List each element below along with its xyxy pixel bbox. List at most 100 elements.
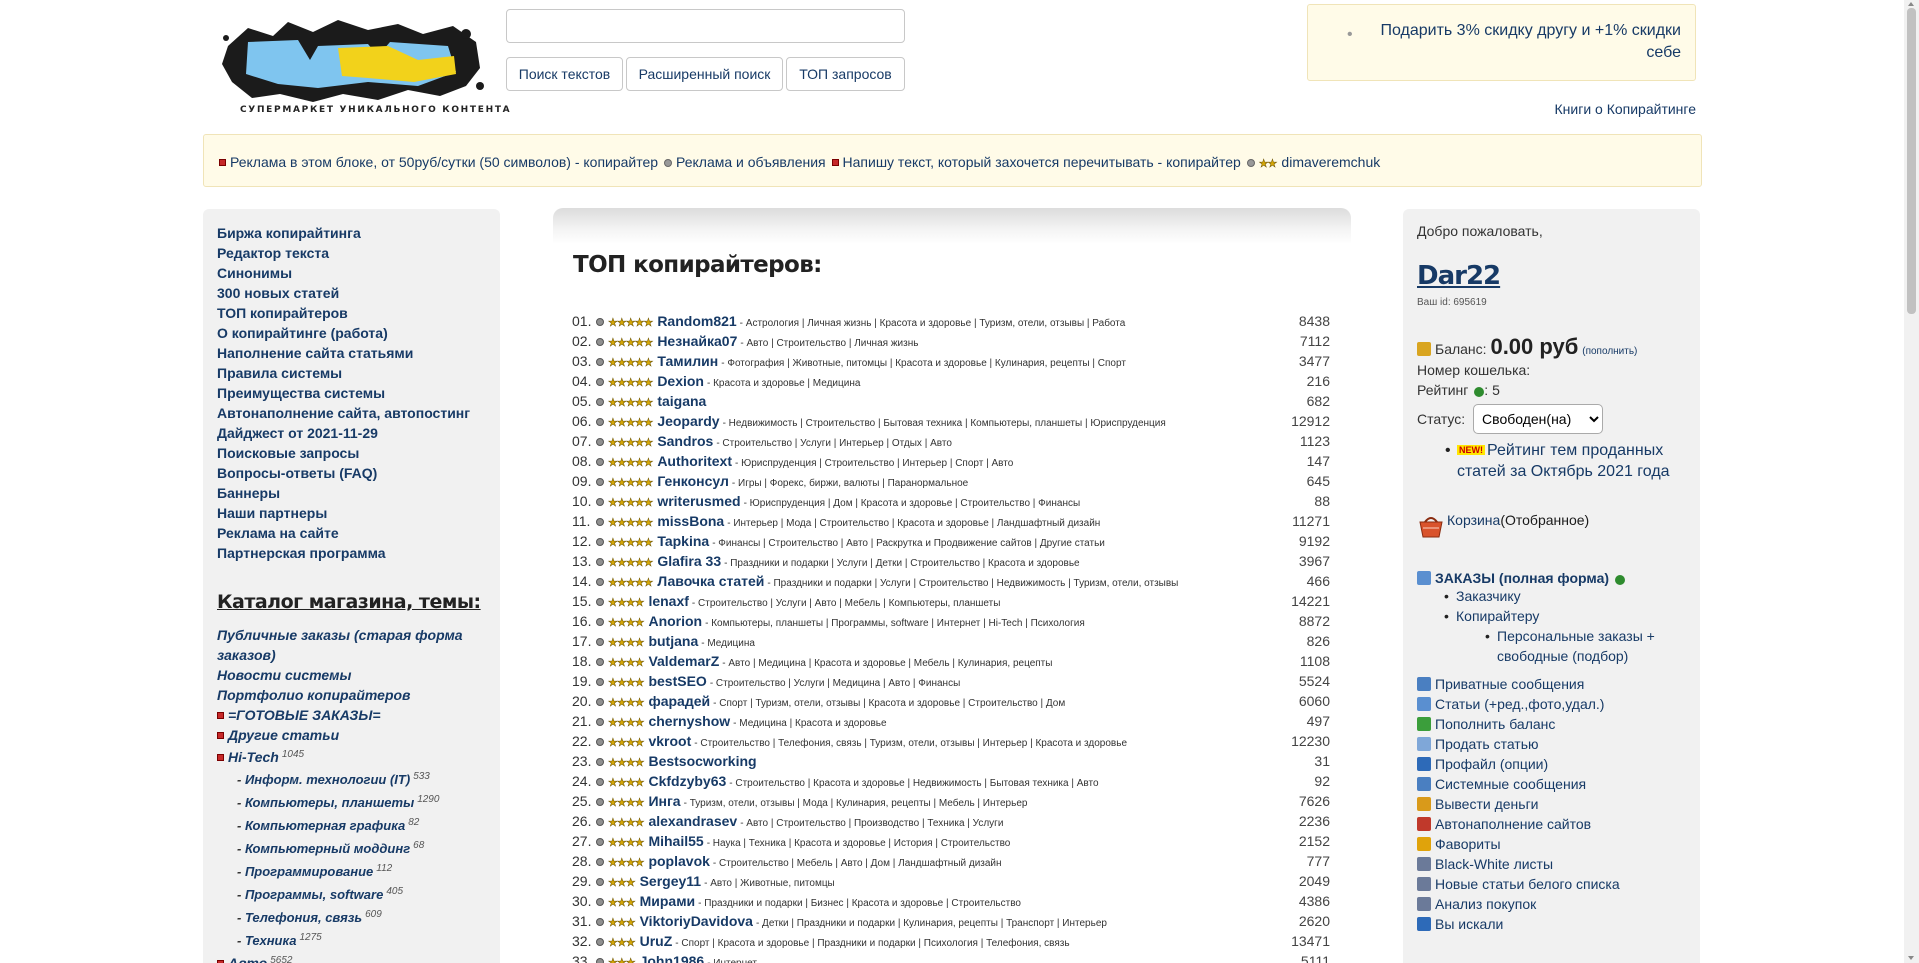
catalog-sub-item[interactable]: Компьютеры, планшеты1290: [217, 790, 486, 813]
writer-name-link[interactable]: Незнайка07: [657, 333, 737, 349]
books-link[interactable]: Книги о Копирайтинге: [1555, 101, 1696, 117]
promo-link[interactable]: Подарить 3% скидку другу и +1% скидки се…: [1380, 22, 1681, 61]
scroll-up-arrow-icon[interactable]: [1908, 2, 1914, 6]
nav-about[interactable]: О копирайтинге (работа): [217, 323, 486, 343]
account-menu-link[interactable]: Системные сообщения: [1417, 774, 1686, 794]
scroll-down-arrow-icon[interactable]: [1908, 956, 1914, 960]
catalog-news[interactable]: Новости системы: [217, 665, 486, 685]
scroll-thumb[interactable]: [1907, 8, 1916, 314]
ad-link-4[interactable]: dimaveremchuk: [1281, 154, 1380, 170]
writer-name-link[interactable]: Mihail55: [648, 833, 703, 849]
nav-advantages[interactable]: Преимущества системы: [217, 383, 486, 403]
account-menu-link[interactable]: Новые статьи белого списка: [1417, 874, 1686, 894]
topup-link[interactable]: (пополнить): [1582, 346, 1637, 357]
ad-link-2[interactable]: Реклама и объявления: [676, 154, 826, 170]
writer-name-link[interactable]: lenaxf: [648, 593, 688, 609]
nav-autoposting[interactable]: Автонаполнение сайта, автопостинг: [217, 403, 486, 423]
account-menu-link[interactable]: Фавориты: [1417, 834, 1686, 854]
writer-name-link[interactable]: Тамилин: [657, 353, 718, 369]
writer-name-link[interactable]: Jeopardy: [657, 413, 719, 429]
rating-topics-link[interactable]: Рейтинг тем проданных статей за Октябрь …: [1457, 442, 1670, 480]
writer-name-link[interactable]: writerusmed: [657, 493, 740, 509]
writer-name-link[interactable]: Authoritext: [657, 453, 732, 469]
account-menu-link[interactable]: Продать статью: [1417, 734, 1686, 754]
writer-name-link[interactable]: Tapkina: [657, 533, 709, 549]
writer-name-link[interactable]: Bestsocworking: [648, 753, 756, 769]
account-menu-link[interactable]: Пополнить баланс: [1417, 714, 1686, 734]
nav-top-writers[interactable]: ТОП копирайтеров: [217, 303, 486, 323]
orders-personal-link[interactable]: Персональные заказы + свободные (подбор): [1497, 628, 1655, 664]
cart-link[interactable]: Корзина: [1447, 512, 1500, 528]
nav-banners[interactable]: Баннеры: [217, 483, 486, 503]
advanced-search-button[interactable]: Расширенный поиск: [626, 57, 783, 91]
account-menu-link[interactable]: Автонаполнение сайтов: [1417, 814, 1686, 834]
writer-name-link[interactable]: Генконсул: [657, 473, 729, 489]
catalog-sub-item[interactable]: Компьютерная графика82: [217, 813, 486, 836]
account-menu-link[interactable]: Вы искали: [1417, 914, 1686, 934]
writer-name-link[interactable]: Лавочка статей: [657, 573, 764, 589]
writer-name-link[interactable]: Glafira 33: [657, 553, 721, 569]
writer-name-link[interactable]: Ckfdzyby63: [648, 773, 726, 789]
search-texts-button[interactable]: Поиск текстов: [506, 57, 623, 91]
search-input[interactable]: [506, 9, 905, 43]
nav-search-queries[interactable]: Поисковые запросы: [217, 443, 486, 463]
writer-name-link[interactable]: bestSEO: [648, 673, 706, 689]
writer-name-link[interactable]: poplavok: [648, 853, 709, 869]
account-menu-link[interactable]: Анализ покупок: [1417, 894, 1686, 914]
catalog-sub-item[interactable]: Программирование112: [217, 859, 486, 882]
catalog-public-orders[interactable]: Публичные заказы (старая форма заказов): [217, 625, 486, 665]
nav-partners[interactable]: Наши партнеры: [217, 503, 486, 523]
writer-name-link[interactable]: butjana: [648, 633, 698, 649]
catalog-hitech-item[interactable]: Hi-Tech 1045: [217, 745, 486, 767]
account-menu-link[interactable]: Приватные сообщения: [1417, 674, 1686, 694]
status-select[interactable]: Свободен(на): [1473, 404, 1604, 434]
nav-affiliate[interactable]: Партнерская программа: [217, 543, 486, 563]
account-menu-link[interactable]: Профайл (опции): [1417, 754, 1686, 774]
catalog-sub-item[interactable]: Техника1275: [217, 928, 486, 951]
writer-name-link[interactable]: фарадей: [648, 693, 710, 709]
orders-customer-link[interactable]: Заказчику: [1456, 588, 1521, 604]
nav-exchange[interactable]: Биржа копирайтинга: [217, 223, 486, 243]
ad-link-1[interactable]: Реклама в этом блоке, от 50руб/сутки (50…: [230, 154, 658, 170]
catalog-sub-item[interactable]: Информ. технологии (IT)533: [217, 767, 486, 790]
writer-name-link[interactable]: taigana: [657, 393, 706, 409]
catalog-ready-orders-item[interactable]: =ГОТОВЫЕ ЗАКАЗЫ=: [217, 705, 486, 725]
site-logo[interactable]: СУПЕРМАРКЕТ УНИКАЛЬНОГО КОНТЕНТА: [218, 16, 510, 120]
account-menu-link[interactable]: Статьи (+ред.,фото,удал.): [1417, 694, 1686, 714]
writer-name-link[interactable]: alexandrasev: [648, 813, 737, 829]
orders-writer-link[interactable]: Копирайтеру: [1456, 608, 1539, 624]
writer-name-link[interactable]: ValdemarZ: [648, 653, 719, 669]
ad-link-3[interactable]: Напишу текст, который захочется перечиты…: [843, 154, 1241, 170]
writer-name-link[interactable]: Random821: [657, 313, 736, 329]
catalog-sub-item[interactable]: Телефония, связь609: [217, 905, 486, 928]
writer-name-link[interactable]: John1986: [640, 953, 705, 963]
username-link[interactable]: Dar22: [1417, 261, 1686, 291]
nav-site-filling[interactable]: Наполнение сайта статьями: [217, 343, 486, 363]
catalog-sub-item[interactable]: Программы, software405: [217, 882, 486, 905]
writer-name-link[interactable]: Инга: [648, 793, 680, 809]
catalog-portfolio[interactable]: Портфолио копирайтеров: [217, 685, 486, 705]
writer-name-link[interactable]: Sandros: [657, 433, 713, 449]
writer-name-link[interactable]: chernyshow: [648, 713, 730, 729]
writer-name-link[interactable]: Dexion: [657, 373, 704, 389]
nav-advertising[interactable]: Реклама на сайте: [217, 523, 486, 543]
writer-name-link[interactable]: Мирами: [640, 893, 696, 909]
nav-faq[interactable]: Вопросы-ответы (FAQ): [217, 463, 486, 483]
nav-synonyms[interactable]: Синонимы: [217, 263, 486, 283]
writer-name-link[interactable]: Sergey11: [640, 873, 702, 889]
writer-name-link[interactable]: Anorion: [648, 613, 702, 629]
account-menu-link[interactable]: Вывести деньги: [1417, 794, 1686, 814]
orders-link[interactable]: ЗАКАЗЫ (полная форма): [1435, 570, 1609, 586]
nav-editor[interactable]: Редактор текста: [217, 243, 486, 263]
writer-name-link[interactable]: vkroot: [648, 733, 691, 749]
account-menu-link[interactable]: Black-White листы: [1417, 854, 1686, 874]
catalog-auto-item[interactable]: Авто 5652: [217, 951, 486, 963]
top-queries-button[interactable]: ТОП запросов: [786, 57, 905, 91]
page-scrollbar[interactable]: [1904, 0, 1919, 963]
nav-rules[interactable]: Правила системы: [217, 363, 486, 383]
writer-name-link[interactable]: ViktoriyDavidova: [640, 913, 753, 929]
writer-name-link[interactable]: missBona: [657, 513, 724, 529]
nav-digest[interactable]: Дайджест от 2021-11-29: [217, 423, 486, 443]
catalog-other-item[interactable]: Другие статьи: [217, 725, 486, 745]
nav-new-articles[interactable]: 300 новых статей: [217, 283, 486, 303]
